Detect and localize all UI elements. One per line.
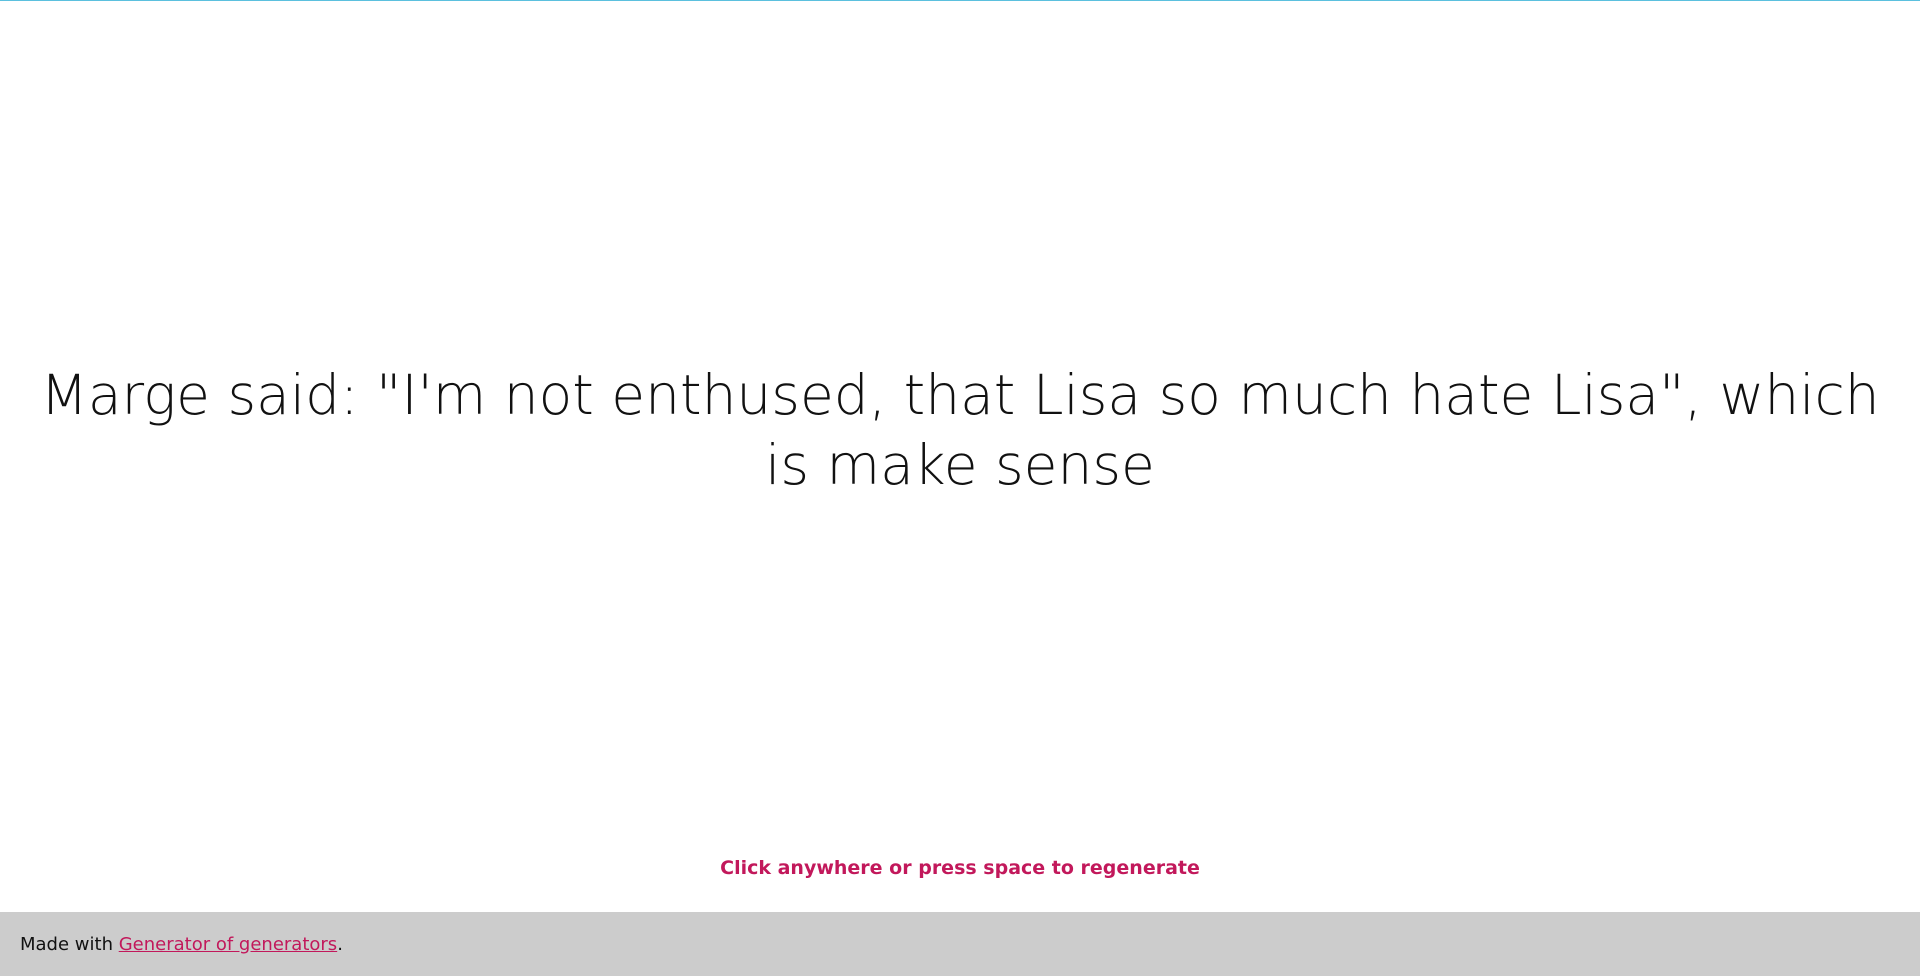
regenerate-hint: Click anywhere or press space to regener… xyxy=(720,857,1200,879)
footer: Made with Generator of generators. xyxy=(0,912,1920,976)
footer-suffix: . xyxy=(337,933,343,955)
regenerate-area[interactable]: Marge said: "I'm not enthused, that Lisa… xyxy=(0,0,1920,976)
footer-prefix: Made with xyxy=(20,933,113,955)
generator-of-generators-link[interactable]: Generator of generators xyxy=(119,934,337,955)
top-border xyxy=(0,0,1920,1)
generated-sentence: Marge said: "I'm not enthused, that Lisa… xyxy=(40,363,1880,497)
